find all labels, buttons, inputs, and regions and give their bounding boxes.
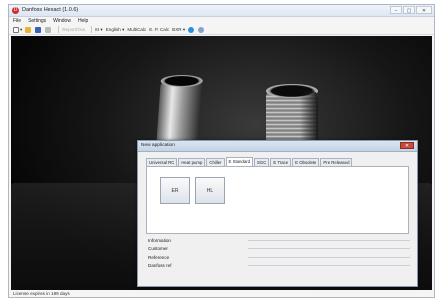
tab-panel: ER HL (146, 166, 409, 234)
info-row: Information (148, 236, 410, 245)
new-application-dialog: New application ✕ Universal RC Heat pump… (137, 140, 418, 287)
tab-sgc[interactable]: SGC (254, 158, 270, 166)
menu-help[interactable]: Help (78, 18, 88, 24)
tab-e-obsolete[interactable]: E Obsolete (292, 158, 320, 166)
dialog-title: New application (141, 143, 175, 148)
multicalc-button[interactable]: MultiCalc (127, 27, 146, 32)
language-value: English (105, 27, 121, 32)
toolbar-separator (90, 26, 92, 33)
gear-icon (198, 26, 205, 33)
application-tabs: Universal RC Heat pump Chiller E Standar… (146, 157, 353, 167)
info-row: Reference (148, 253, 410, 262)
status-bar: License expires in 189 days (13, 291, 70, 296)
report-button[interactable]: Report/Out (62, 27, 84, 32)
er-button[interactable]: ER (160, 177, 190, 204)
menu-settings[interactable]: Settings (28, 18, 46, 24)
menu-bar: File Settings Window Help (9, 16, 434, 25)
customer-field[interactable] (248, 248, 410, 250)
toolbar-separator (58, 26, 60, 33)
info-row: Danfoss ref (148, 262, 410, 271)
close-window-button[interactable]: ✕ (416, 6, 432, 14)
toolbar: ▾ Report/Out SI ▾ English ▾ MultiCalc E.… (9, 25, 434, 35)
folder-icon (25, 26, 32, 33)
dialog-title-bar: New application ✕ (138, 141, 417, 152)
menu-file[interactable]: File (13, 18, 21, 24)
information-field[interactable] (248, 239, 410, 241)
dialog-close-button[interactable]: ✕ (400, 142, 414, 149)
reference-label: Reference (148, 254, 170, 260)
customer-label: Customer (148, 246, 168, 252)
download-icon (188, 26, 195, 33)
bxr-value: BXR (172, 27, 182, 32)
bxr-dropdown[interactable]: BXR ▾ (172, 27, 185, 33)
hl-button[interactable]: HL (195, 177, 225, 204)
units-dropdown[interactable]: SI ▾ (95, 27, 103, 33)
tab-chiller[interactable]: Chiller (206, 158, 225, 166)
menu-window[interactable]: Window (53, 18, 71, 24)
ep-calc-button[interactable]: E. P. Calc (149, 27, 169, 32)
tab-pre-released[interactable]: Pre Released (320, 158, 353, 166)
print-button[interactable] (45, 26, 52, 33)
print-icon (45, 26, 52, 33)
new-button[interactable]: ▾ (13, 26, 22, 33)
tab-universal-rc[interactable]: Universal RC (146, 158, 178, 166)
open-button[interactable] (25, 26, 32, 33)
new-file-icon (13, 26, 19, 33)
tab-heat-pump[interactable]: Heat pump (178, 158, 206, 166)
save-icon (35, 26, 42, 33)
reference-field[interactable] (248, 256, 410, 258)
settings-button[interactable] (198, 26, 205, 33)
minimize-button[interactable]: – (390, 6, 402, 14)
save-button[interactable] (35, 26, 42, 33)
window-title: Danfoss Hexact (1.0.6) (22, 7, 79, 13)
language-dropdown[interactable]: English ▾ (106, 27, 125, 33)
window-controls: – ▢ ✕ (389, 6, 432, 14)
danfoss-ref-field[interactable] (248, 265, 410, 267)
maximize-button[interactable]: ▢ (403, 6, 415, 14)
units-value: SI (94, 27, 100, 32)
information-section: Information Customer Reference Danfoss r… (148, 236, 410, 270)
information-label: Information (148, 237, 171, 243)
info-row: Customer (148, 245, 410, 254)
download-button[interactable] (188, 26, 195, 33)
danfoss-logo-icon: D (12, 7, 19, 14)
danfoss-ref-label: Danfoss ref (148, 263, 172, 269)
tab-e-trace[interactable]: E Trace (270, 158, 292, 166)
